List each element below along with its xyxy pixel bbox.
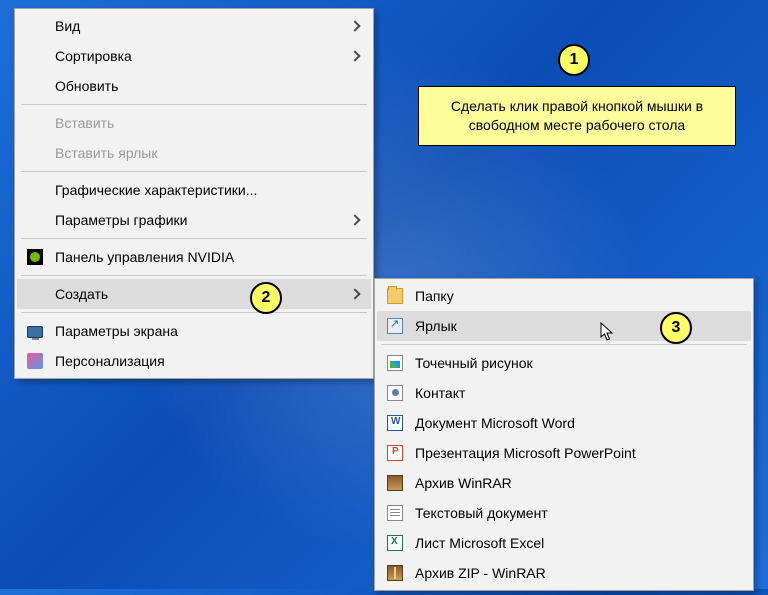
personal-icon [25,351,45,371]
menu-item-paste-shortcut: Вставить ярлык [17,138,371,168]
rar-icon [385,473,405,493]
menu-item-refresh[interactable]: Обновить [17,71,371,101]
menu-item-gfx-params[interactable]: Параметры графики [17,205,371,235]
chevron-right-icon [349,214,360,225]
menu-item-label: Обновить [55,78,363,94]
zip-icon [385,563,405,583]
menu-item-label: Папку [415,288,743,304]
mouse-cursor-icon [600,322,614,342]
menu-item-label: Создать [55,286,351,302]
callout-badge-3: 3 [660,312,692,344]
menu-item-txt[interactable]: Текстовый документ [377,498,751,528]
menu-item-label: Архив ZIP - WinRAR [415,565,743,581]
menu-item-label: Текстовый документ [415,505,743,521]
instruction-tooltip: Сделать клик правой кнопкой мышки в своб… [418,86,736,146]
shortcut-icon [385,316,405,336]
menu-item-label: Ярлык [415,318,743,334]
folder-icon [385,286,405,306]
separator [21,238,367,239]
separator [381,344,747,345]
separator [21,104,367,105]
menu-item-label: Персонализация [55,353,363,369]
menu-item-label: Параметры графики [55,212,351,228]
nvidia-icon [25,247,45,267]
separator [21,312,367,313]
menu-item-bmp[interactable]: Точечный рисунок [377,348,751,378]
menu-item-word[interactable]: Документ Microsoft Word [377,408,751,438]
bmp-icon [385,353,405,373]
menu-item-personalize[interactable]: Персонализация [17,346,371,376]
display-icon [25,321,45,341]
txt-icon [385,503,405,523]
menu-item-label: Контакт [415,385,743,401]
chevron-right-icon [349,50,360,61]
menu-item-label: Вставить [55,115,363,131]
menu-item-nvidia[interactable]: Панель управления NVIDIA [17,242,371,272]
menu-item-rar[interactable]: Архив WinRAR [377,468,751,498]
menu-item-xls[interactable]: Лист Microsoft Excel [377,528,751,558]
ppt-icon [385,443,405,463]
desktop-context-menu: Вид Сортировка Обновить Вставить Вставить яр… [14,8,374,379]
menu-item-label: Графические характеристики... [55,182,363,198]
create-submenu: Папку Ярлык Точечный рисунок Контакт Докумен… [374,278,754,591]
contact-icon [385,383,405,403]
menu-item-label: Архив WinRAR [415,475,743,491]
separator [21,171,367,172]
menu-item-create[interactable]: Создать [17,279,371,309]
menu-item-display-settings[interactable]: Параметры экрана [17,316,371,346]
menu-item-label: Параметры экрана [55,323,363,339]
menu-item-paste: Вставить [17,108,371,138]
menu-item-label: Панель управления NVIDIA [55,249,363,265]
menu-item-contact[interactable]: Контакт [377,378,751,408]
menu-item-label: Точечный рисунок [415,355,743,371]
menu-item-label: Вид [55,18,351,34]
menu-item-sort[interactable]: Сортировка [17,41,371,71]
separator [21,275,367,276]
callout-badge-2: 2 [250,282,282,314]
chevron-right-icon [349,20,360,31]
menu-item-label: Лист Microsoft Excel [415,535,743,551]
callout-badge-1: 1 [558,44,590,76]
chevron-right-icon [349,288,360,299]
menu-item-label: Презентация Microsoft PowerPoint [415,445,743,461]
menu-item-view[interactable]: Вид [17,11,371,41]
menu-item-label: Вставить ярлык [55,145,363,161]
menu-item-ppt[interactable]: Презентация Microsoft PowerPoint [377,438,751,468]
menu-item-folder[interactable]: Папку [377,281,751,311]
menu-item-shortcut[interactable]: Ярлык [377,311,751,341]
menu-item-label: Сортировка [55,48,351,64]
word-icon [385,413,405,433]
xls-icon [385,533,405,553]
menu-item-label: Документ Microsoft Word [415,415,743,431]
menu-item-zip[interactable]: Архив ZIP - WinRAR [377,558,751,588]
menu-item-gfx-props[interactable]: Графические характеристики... [17,175,371,205]
